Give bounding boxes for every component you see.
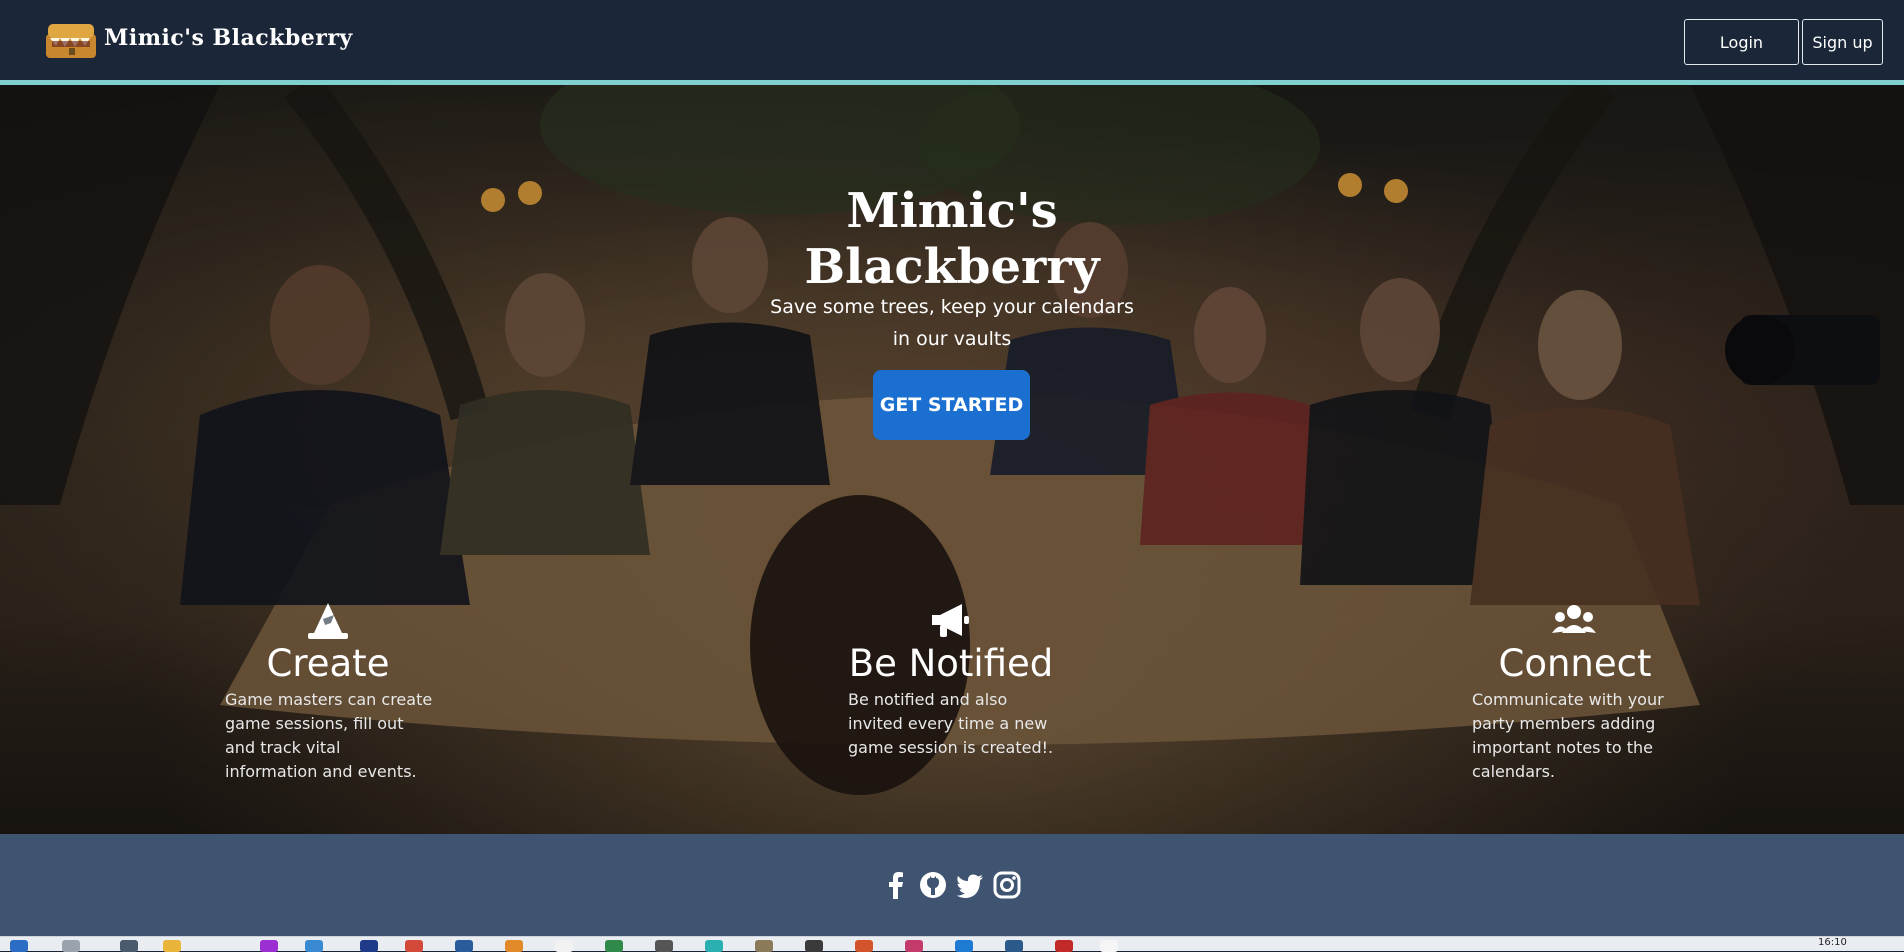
hero-subtitle-line-1: Save some trees, keep your calendars xyxy=(770,296,1134,318)
app-icon[interactable] xyxy=(805,940,823,952)
megaphone-icon xyxy=(932,604,969,637)
feature-title-be-notified: Be Notified xyxy=(848,642,1054,685)
taskbar-clock[interactable]: 16:10 xyxy=(1818,937,1847,948)
top-navbar: Mimic's Blackberry Login Sign up xyxy=(0,0,1904,85)
hero-subtitle-line-2: in our vaults xyxy=(892,328,1012,350)
facebook-icon[interactable] xyxy=(881,870,911,900)
feature-text-line: information and events. xyxy=(225,762,417,781)
app-icon[interactable] xyxy=(605,940,623,952)
app-icon[interactable] xyxy=(505,940,523,952)
get-started-button[interactable]: GET STARTED xyxy=(873,370,1030,440)
feature-text-line: Game masters can create xyxy=(225,690,433,709)
footer xyxy=(0,834,1904,936)
feature-text-line: calendars. xyxy=(1472,762,1555,781)
feature-text-line: party members adding xyxy=(1472,714,1656,733)
file-explorer-icon[interactable] xyxy=(163,940,181,952)
app-icon[interactable] xyxy=(855,940,873,952)
app-icon[interactable] xyxy=(1005,940,1023,952)
feature-text-connect: Communicate with your party members addi… xyxy=(1472,688,1664,784)
search-icon[interactable] xyxy=(62,940,80,952)
app-icon[interactable] xyxy=(305,940,323,952)
feature-text-create: Game masters can create game sessions, f… xyxy=(225,688,432,784)
feature-text-line: Communicate with your xyxy=(1472,690,1664,709)
app-icon[interactable] xyxy=(1100,940,1118,952)
app-icon[interactable] xyxy=(705,940,723,952)
mimic-chest-logo-icon[interactable] xyxy=(42,20,102,64)
app-icon[interactable] xyxy=(655,940,673,952)
feature-text-line: game session is created!. xyxy=(848,738,1054,757)
app-icon[interactable] xyxy=(260,940,278,952)
feature-text-line: Be notified and also xyxy=(848,690,1008,709)
feature-title-create: Create xyxy=(266,642,390,685)
feature-text-line: and track vital xyxy=(225,738,341,757)
hero-title-line-2: Blackberry xyxy=(804,239,1100,295)
chrome-icon[interactable] xyxy=(405,940,423,952)
hero-subtitle: Save some trees, keep your calendars in … xyxy=(752,291,1152,355)
signup-button[interactable]: Sign up xyxy=(1802,19,1883,65)
twitter-icon[interactable] xyxy=(955,870,985,900)
app-icon[interactable] xyxy=(555,940,573,952)
os-taskbar: 16:10 xyxy=(0,936,1904,952)
app-icon[interactable] xyxy=(360,940,378,952)
app-icon[interactable] xyxy=(455,940,473,952)
task-view-icon[interactable] xyxy=(120,940,138,952)
login-button[interactable]: Login xyxy=(1684,19,1799,65)
app-icon[interactable] xyxy=(755,940,773,952)
feature-text-line: important notes to the xyxy=(1472,738,1654,757)
feature-text-line: game sessions, fill out xyxy=(225,714,404,733)
github-icon[interactable] xyxy=(918,870,948,900)
app-icon[interactable] xyxy=(1055,940,1073,952)
users-icon xyxy=(1552,605,1596,633)
hero-section: Mimic's Blackberry Save some trees, keep… xyxy=(0,85,1904,834)
hero-title-line-1: Mimic's xyxy=(846,183,1058,239)
hero-title: Mimic's Blackberry xyxy=(702,183,1202,295)
vscode-icon[interactable] xyxy=(955,940,973,952)
feature-title-connect: Connect xyxy=(1498,642,1652,685)
windows-start-icon[interactable] xyxy=(10,940,28,952)
app-icon[interactable] xyxy=(905,940,923,952)
wizard-hat-icon xyxy=(308,603,348,639)
brand-name[interactable]: Mimic's Blackberry xyxy=(104,25,353,51)
feature-text-line: invited every time a new xyxy=(848,714,1048,733)
instagram-icon[interactable] xyxy=(992,870,1022,900)
feature-text-be-notified: Be notified and also invited every time … xyxy=(848,688,1053,760)
